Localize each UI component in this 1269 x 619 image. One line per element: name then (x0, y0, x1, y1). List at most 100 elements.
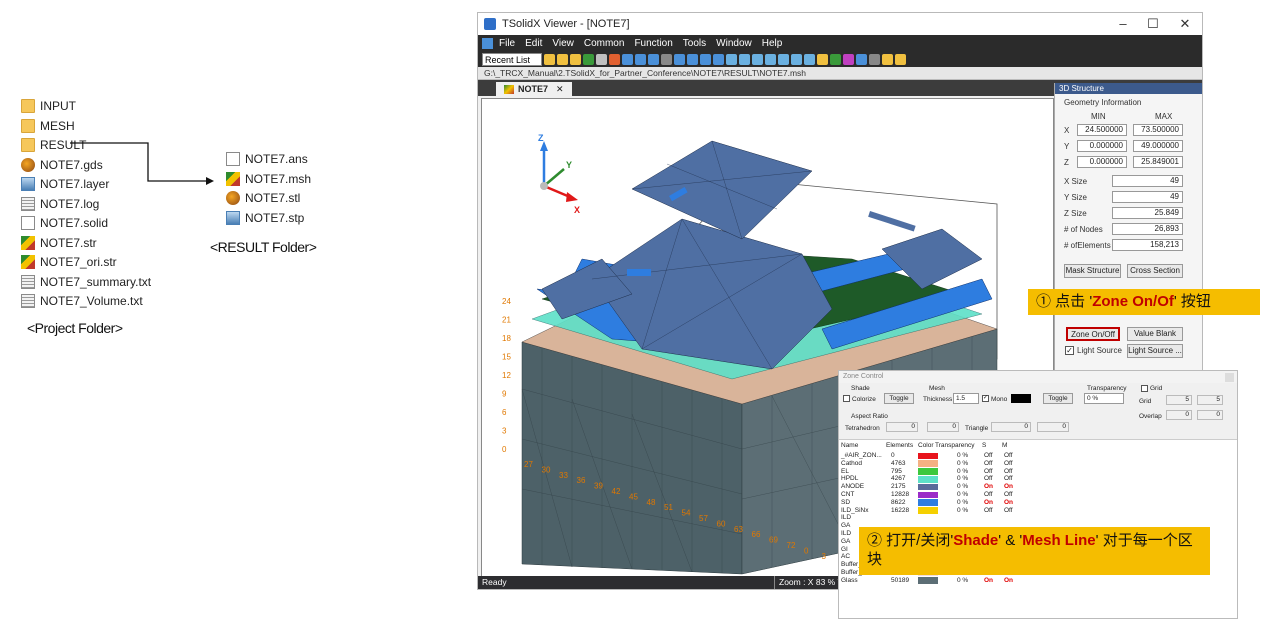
overlap-y-input[interactable]: 0 (1197, 410, 1223, 420)
minimize-icon[interactable]: – (1108, 16, 1138, 31)
triangle-max-input[interactable]: 0 (1037, 422, 1069, 432)
recent-list-dropdown[interactable]: Recent List (482, 52, 542, 66)
grid-x-input[interactable]: 5 (1166, 395, 1192, 405)
light-source-button[interactable]: Light Source ... (1127, 344, 1183, 358)
size-value[interactable]: 158,213 (1112, 239, 1183, 251)
thickness-select[interactable]: 1.5 (953, 393, 979, 404)
result-file-item[interactable]: NOTE7.msh (226, 170, 311, 188)
toolbar-tool-icon[interactable] (752, 53, 763, 65)
menu-file[interactable]: File (499, 38, 515, 49)
mesh-color-swatch[interactable] (1011, 394, 1031, 403)
toolbar-tool-icon[interactable] (791, 53, 802, 65)
project-file-item[interactable]: NOTE7_Volume.txt (21, 292, 143, 310)
toolbar-tool-icon[interactable] (713, 53, 724, 65)
toolbar-tool-icon[interactable] (622, 53, 633, 65)
overlap-x-input[interactable]: 0 (1166, 410, 1192, 420)
toolbar-tool-icon[interactable] (609, 53, 620, 65)
toolbar-tool-icon[interactable] (687, 53, 698, 65)
toolbar-tool-icon[interactable] (739, 53, 750, 65)
geo-max-value[interactable]: 73.500000 (1133, 124, 1183, 136)
zone-table-row[interactable]: ILD (839, 514, 1239, 522)
geo-min-value[interactable]: 24.500000 (1077, 124, 1127, 136)
project-file-item[interactable]: NOTE7.log (21, 195, 99, 213)
size-value[interactable]: 49 (1112, 191, 1183, 203)
project-file-item[interactable]: MESH (21, 117, 75, 135)
zone-color-swatch[interactable] (918, 475, 938, 483)
toolbar-tool-icon[interactable] (570, 53, 581, 65)
geo-max-value[interactable]: 49.000000 (1133, 140, 1183, 152)
cross-section-button[interactable]: Cross Section (1127, 264, 1183, 278)
transparency-select[interactable]: 0 % (1084, 393, 1124, 404)
tab-note7[interactable]: NOTE7 ✕ (496, 82, 572, 96)
zone-color-swatch[interactable] (918, 483, 938, 491)
zone-color-swatch[interactable] (918, 452, 938, 460)
toolbar-tool-icon[interactable] (830, 53, 841, 65)
mono-checkbox[interactable]: ✓ (982, 395, 989, 402)
zone-table-row[interactable]: Glass 50189 0 % On On (839, 577, 1239, 585)
tetra-max-input[interactable]: 0 (927, 422, 959, 432)
menu-view[interactable]: View (552, 38, 574, 49)
toolbar-tool-icon[interactable] (817, 53, 828, 65)
zone-table-row[interactable]: ILD_SiNx 16228 0 % Off Off (839, 507, 1239, 515)
zone-color-swatch[interactable] (918, 468, 938, 475)
size-value[interactable]: 25.849 (1112, 207, 1183, 219)
toolbar-tool-icon[interactable] (804, 53, 815, 65)
zone-color-swatch[interactable] (918, 460, 938, 468)
mesh-toggle-button[interactable]: Toggle (1043, 393, 1073, 404)
geo-min-value[interactable]: 0.000000 (1077, 140, 1127, 152)
shade-toggle-button[interactable]: Toggle (884, 393, 914, 404)
size-value[interactable]: 49 (1112, 175, 1183, 187)
toolbar-tool-icon[interactable] (583, 53, 594, 65)
colorize-checkbox[interactable] (843, 395, 850, 402)
zone-table-row[interactable]: SD 8622 0 % On On (839, 499, 1239, 507)
tetra-min-input[interactable]: 0 (886, 422, 918, 432)
size-value[interactable]: 26,893 (1112, 223, 1183, 235)
grid-checkbox[interactable] (1141, 385, 1148, 392)
close-icon[interactable]: ✕ (1170, 16, 1200, 32)
zone-table-row[interactable]: _#AIR_ZON... 0 0 % Off Off (839, 452, 1239, 460)
toolbar-tool-icon[interactable] (700, 53, 711, 65)
toolbar-tool-icon[interactable] (856, 53, 867, 65)
result-file-item[interactable]: NOTE7.stl (226, 189, 300, 207)
toolbar-tool-icon[interactable] (765, 53, 776, 65)
result-file-item[interactable]: NOTE7.ans (226, 150, 308, 168)
toolbar-tool-icon[interactable] (869, 53, 880, 65)
zone-table-row[interactable]: CNT 12828 0 % Off Off (839, 491, 1239, 499)
toolbar-tool-icon[interactable] (596, 53, 607, 65)
toolbar-tool-icon[interactable] (557, 53, 568, 65)
mask-structure-button[interactable]: Mask Structure (1064, 264, 1121, 278)
zone-color-swatch[interactable] (918, 491, 938, 499)
toolbar-tool-icon[interactable] (661, 53, 672, 65)
project-file-item[interactable]: NOTE7_ori.str (21, 253, 117, 271)
app-menu-icon[interactable] (482, 37, 493, 49)
zone-table-row[interactable]: EL 795 0 % Off Off (839, 468, 1239, 476)
menu-edit[interactable]: Edit (525, 38, 542, 49)
value-blank-button[interactable]: Value Blank (1127, 327, 1183, 341)
toolbar-tool-icon[interactable] (544, 53, 555, 65)
zone-table-row[interactable]: ANODE 2175 0 % On On (839, 483, 1239, 491)
project-file-item[interactable]: NOTE7_summary.txt (21, 273, 151, 291)
menu-tools[interactable]: Tools (683, 38, 706, 49)
triangle-min-input[interactable]: 0 (991, 422, 1031, 432)
project-file-item[interactable]: NOTE7.solid (21, 214, 108, 232)
toolbar-tool-icon[interactable] (648, 53, 659, 65)
geo-max-value[interactable]: 25.849001 (1133, 156, 1183, 168)
zone-color-swatch[interactable] (918, 507, 938, 514)
zone-table-row[interactable]: Cathod 4763 0 % Off Off (839, 460, 1239, 468)
toolbar-tool-icon[interactable] (674, 53, 685, 65)
light-source-checkbox[interactable]: ✓ (1065, 346, 1074, 355)
zone-color-swatch[interactable] (918, 577, 938, 585)
zone-close-icon[interactable] (1225, 373, 1234, 382)
toolbar-tool-icon[interactable] (895, 53, 906, 65)
toolbar-tool-icon[interactable] (882, 53, 893, 65)
toolbar-tool-icon[interactable] (843, 53, 854, 65)
toolbar-tool-icon[interactable] (635, 53, 646, 65)
project-file-item[interactable]: NOTE7.str (21, 234, 97, 252)
zone-table-row[interactable]: HPDL 4267 0 % Off Off (839, 475, 1239, 483)
maximize-icon[interactable]: ☐ (1138, 16, 1168, 32)
toolbar-tool-icon[interactable] (778, 53, 789, 65)
menu-window[interactable]: Window (716, 38, 752, 49)
menu-common[interactable]: Common (584, 38, 625, 49)
tab-close-icon[interactable]: ✕ (556, 84, 564, 95)
grid-y-input[interactable]: 5 (1197, 395, 1223, 405)
